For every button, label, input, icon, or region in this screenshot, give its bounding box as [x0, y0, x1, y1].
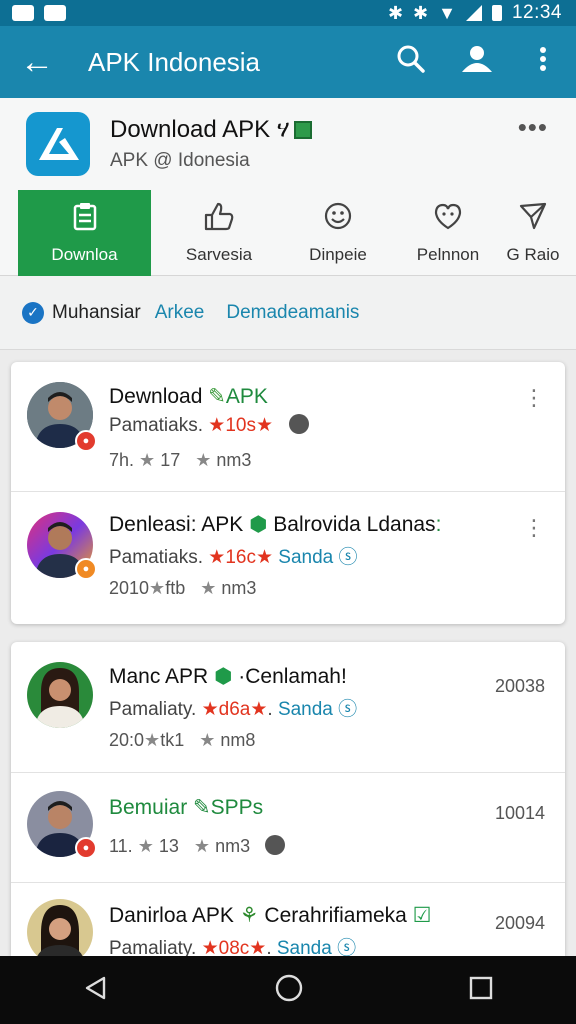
item-link[interactable]: Sanda	[277, 938, 332, 956]
app-bar-title: APK Indonesia	[88, 46, 261, 77]
item-title: Danirloa APK ⚘ Cerahrifiameka ☑	[109, 904, 432, 927]
battery-icon	[491, 5, 502, 21]
tab-pelnnon[interactable]: Pelnnon	[398, 190, 498, 276]
item-title: Dewnload ✎APK	[109, 385, 268, 408]
overflow-menu-icon[interactable]	[510, 46, 576, 79]
app-logo-icon	[26, 112, 90, 176]
image-notification-icon	[44, 5, 66, 21]
heart-chat-icon	[433, 201, 463, 239]
item-subtitle: Pamaliaty. ★d6a★. Sanda ⓢ	[109, 699, 358, 720]
tab-sarvesia[interactable]: Sarvesia	[160, 190, 278, 276]
item-meta: 11. ★ 13 ★ nm3	[109, 835, 286, 857]
filter-label[interactable]: Muhansiar	[52, 302, 141, 324]
badge-icon: ●	[75, 837, 97, 859]
tab-label: Downloa	[51, 245, 118, 264]
item-count: 20038	[494, 676, 545, 696]
pin-icon	[288, 414, 309, 434]
flag-icon	[293, 121, 312, 139]
tab-label: G Raio	[506, 245, 560, 264]
item-subtitle: Pamaliaty. ★08c★. Sanda ⓢ	[109, 933, 356, 956]
smiley-icon	[323, 201, 353, 239]
item-link[interactable]: Sanda	[278, 699, 333, 720]
item-title: Denleasi: APK ⬢ Balrovida Ldanas:	[109, 513, 442, 536]
thumbs-up-icon	[202, 201, 236, 239]
status-bar: ✱ ✱ ▼ 12:34	[0, 0, 576, 26]
item-menu-icon[interactable]: ⋮	[523, 387, 545, 409]
item-link[interactable]: Sanda	[278, 547, 333, 568]
item-meta: 7h. ★ 17 ★ nm3	[109, 450, 252, 470]
tab-label: Dinpeie	[309, 245, 367, 264]
tab-label: Pelnnon	[416, 245, 480, 264]
app-name: Download APK ሃ	[110, 116, 312, 144]
tab-label: Sarvesia	[185, 245, 253, 264]
item-title: Bemuiar ✎SPPs	[109, 796, 264, 819]
signal-icon	[465, 5, 482, 21]
back-nav-icon[interactable]	[82, 974, 110, 1007]
list-item[interactable]: ● Bemuiar ✎SPPs 11. ★ 13 ★ nm3 10014	[11, 773, 565, 883]
clipboard-icon	[72, 201, 98, 239]
item-count: 20094	[494, 913, 545, 933]
filter-link-demadeamanis[interactable]: Demadeamanis	[226, 302, 359, 324]
home-nav-icon[interactable]	[274, 973, 304, 1008]
tab-dinpeie[interactable]: Dinpeie	[278, 190, 398, 276]
item-meta: 2010★ftb ★ nm3	[109, 578, 257, 598]
send-icon	[518, 201, 548, 239]
app-bar: ← APK Indonesia	[0, 26, 576, 98]
more-icon[interactable]: •••	[518, 112, 548, 143]
badge-icon: ●	[75, 430, 97, 452]
filter-row: ✓ Muhansiar Arkee Demadeamanis	[0, 276, 576, 350]
avatar	[27, 662, 93, 728]
back-arrow-icon[interactable]: ←	[0, 26, 74, 98]
shield-check-icon: ✓	[22, 301, 44, 324]
recents-nav-icon[interactable]	[468, 975, 494, 1006]
item-count: 10014	[494, 803, 545, 823]
item-subtitle: Pamatiaks. ★10s★	[109, 414, 309, 437]
result-card: ● Dewnload ✎APK Pamatiaks. ★10s★ 7h. ★ 1…	[11, 362, 565, 624]
list-item[interactable]: Danirloa APK ⚘ Cerahrifiameka ☑ Pamaliat…	[11, 883, 565, 956]
clock: 12:34	[511, 2, 562, 23]
vibrate-icon: ✱	[413, 2, 429, 23]
account-icon[interactable]	[444, 44, 510, 81]
list-item[interactable]: Manc APR ⬢ ·Cenlamah! Pamaliaty. ★d6a★. …	[11, 642, 565, 773]
search-icon[interactable]	[378, 44, 444, 81]
item-title: Manc APR ⬢ ·Cenlamah!	[109, 665, 347, 688]
list-item[interactable]: ● Denleasi: APK ⬢ Balrovida Ldanas: Pama…	[11, 492, 565, 622]
app-header: Download APK ሃ APK @ Idonesia •••	[0, 98, 576, 190]
filter-link-arkee[interactable]: Arkee	[155, 302, 205, 324]
item-meta: 20:0★tk1 ★ nm8	[109, 730, 256, 750]
list-item[interactable]: ● Dewnload ✎APK Pamatiaks. ★10s★ 7h. ★ 1…	[11, 362, 565, 492]
notification-icon	[12, 5, 34, 21]
avatar	[27, 899, 93, 956]
wifi-icon: ▼	[438, 2, 456, 23]
bluetooth-icon: ✱	[387, 2, 404, 23]
pin-icon	[265, 835, 286, 855]
tab-download[interactable]: Downloa	[18, 190, 151, 276]
system-nav-bar	[0, 956, 576, 1024]
item-subtitle: Pamatiaks. ★16c★ Sanda ⓢ	[109, 547, 358, 568]
tab-raio[interactable]: G Raio	[490, 190, 576, 276]
item-menu-icon[interactable]: ⋮	[523, 517, 545, 539]
tab-bar: Downloa Sarvesia Dinpeie Pelnnon G Raio	[0, 190, 576, 276]
app-subtitle: APK @ Idonesia	[110, 150, 250, 171]
badge-icon: ●	[75, 558, 97, 580]
result-card: Manc APR ⬢ ·Cenlamah! Pamaliaty. ★d6a★. …	[11, 642, 565, 956]
